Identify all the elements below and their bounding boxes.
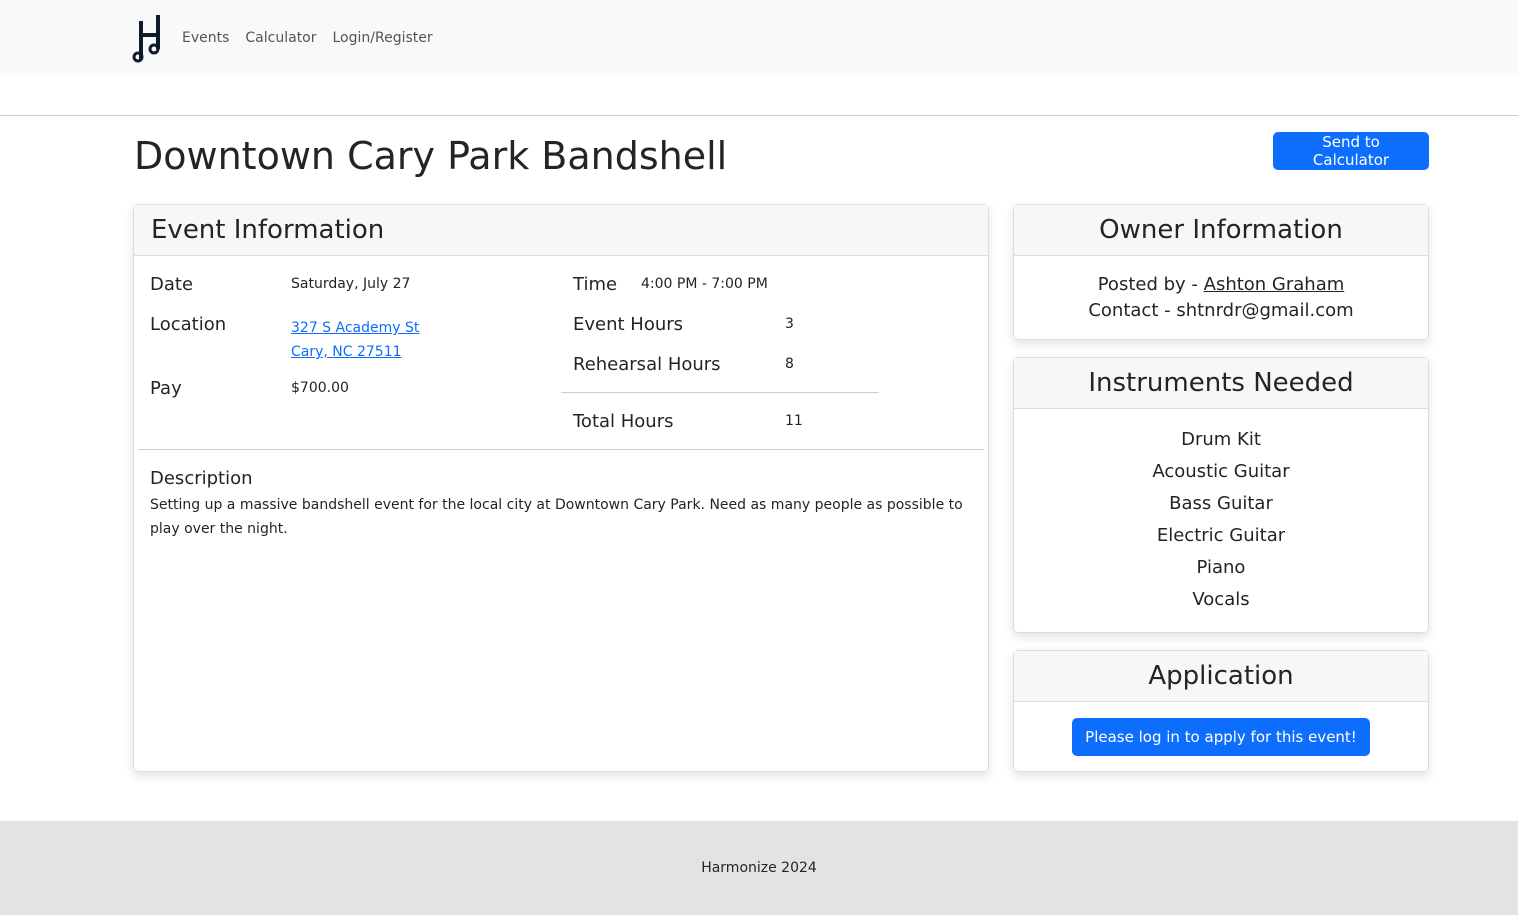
nav-events[interactable]: Events (182, 30, 229, 46)
send-to-calculator-button[interactable]: Send to Calculator (1273, 132, 1429, 170)
event-hours-label: Event Hours (573, 314, 684, 335)
page-title: Downtown Cary Park Bandshell (134, 134, 728, 178)
nav-login-register[interactable]: Login/Register (333, 30, 433, 46)
owner-information-card: Owner Information Posted by - Ashton Gra… (1013, 204, 1429, 340)
card-header: Owner Information (1014, 205, 1428, 256)
posted-by-label: Posted by - (1097, 274, 1204, 295)
divider (561, 392, 879, 393)
time-label: Time (573, 274, 618, 295)
address-line2-link[interactable]: Cary, NC 27511 (291, 344, 402, 360)
instrument-item: Vocals (1192, 589, 1250, 610)
owner-contact: Contact - shtnrdr@gmail.com (1088, 300, 1354, 321)
location-label: Location (150, 314, 227, 335)
time-value: 4:00 PM - 7:00 PM (641, 276, 768, 292)
card-header: Application (1014, 651, 1428, 702)
instruments-needed-card: Instruments Needed Drum Kit Acoustic Gui… (1013, 357, 1429, 633)
total-hours-value: 11 (785, 413, 803, 429)
nav-calculator[interactable]: Calculator (245, 30, 316, 46)
description-label: Description (150, 468, 253, 489)
rehearsal-hours-value: 8 (785, 356, 794, 372)
instrument-item: Piano (1196, 557, 1246, 578)
logo-icon[interactable] (132, 13, 162, 63)
pay-label: Pay (150, 378, 182, 399)
pay-value: $700.00 (291, 380, 349, 396)
divider (138, 449, 984, 450)
event-hours-value: 3 (785, 316, 794, 332)
card-header: Event Information (134, 205, 988, 256)
footer-text: Harmonize 2024 (701, 860, 817, 876)
instrument-item: Bass Guitar (1169, 493, 1273, 514)
owner-name-link[interactable]: Ashton Graham (1204, 274, 1345, 295)
application-card: Application Please log in to apply for t… (1013, 650, 1429, 772)
instrument-item: Drum Kit (1181, 429, 1261, 450)
total-hours-label: Total Hours (573, 411, 674, 432)
footer: Harmonize 2024 (0, 821, 1518, 915)
instrument-item: Electric Guitar (1156, 525, 1286, 546)
login-to-apply-button[interactable]: Please log in to apply for this event! (1072, 718, 1370, 756)
date-label: Date (150, 274, 194, 295)
date-value: Saturday, July 27 (291, 276, 411, 292)
navbar: Events Calculator Login/Register (0, 0, 1518, 75)
event-information-card: Event Information Date Saturday, July 27… (133, 204, 989, 772)
description-text: Setting up a massive bandshell event for… (150, 497, 963, 537)
address-line1-link[interactable]: 327 S Academy St (291, 320, 419, 336)
rehearsal-hours-label: Rehearsal Hours (573, 354, 721, 375)
divider (0, 115, 1518, 116)
card-header: Instruments Needed (1014, 358, 1428, 409)
instrument-item: Acoustic Guitar (1152, 461, 1290, 482)
